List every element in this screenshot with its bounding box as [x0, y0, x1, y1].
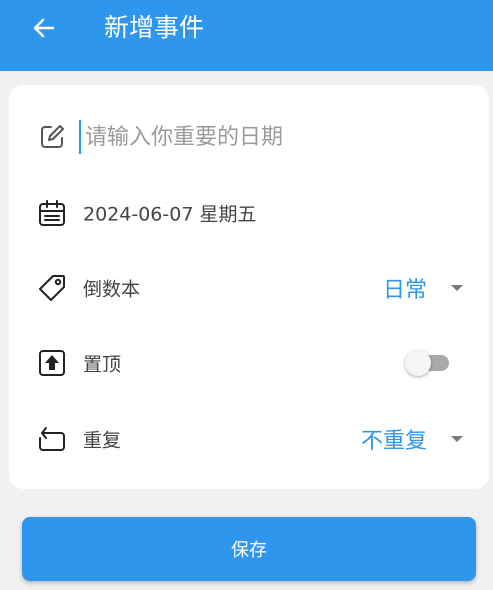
event-form-card: 2024-06-07 星期五 倒数本 日常 置顶 [9, 85, 489, 489]
event-title-input[interactable] [79, 120, 465, 154]
pin-label: 置顶 [83, 353, 122, 376]
event-date: 2024-06-07 星期五 [83, 203, 257, 226]
toggle-knob [405, 350, 431, 376]
pin-top-icon [37, 348, 67, 378]
pin-toggle[interactable] [405, 349, 451, 377]
repeat-icon [37, 424, 67, 454]
edit-icon [37, 122, 67, 152]
calendar-icon [37, 198, 67, 228]
back-button[interactable] [24, 8, 64, 48]
dropdown-arrow-icon [451, 436, 463, 442]
dropdown-arrow-icon [451, 285, 463, 291]
title-row [9, 109, 489, 165]
page-title: 新增事件 [104, 13, 205, 42]
pin-row: 置顶 [9, 335, 489, 391]
save-button[interactable]: 保存 [22, 517, 476, 581]
category-label: 倒数本 [83, 278, 141, 301]
repeat-select[interactable]: 不重复 [361, 423, 463, 455]
tag-icon [37, 273, 67, 303]
category-select[interactable]: 日常 [383, 272, 463, 304]
app-bar: 新增事件 [0, 0, 493, 71]
date-row[interactable]: 2024-06-07 星期五 [9, 185, 489, 241]
repeat-label: 重复 [83, 429, 122, 452]
category-value: 日常 [382, 278, 427, 303]
category-row: 倒数本 日常 [9, 260, 489, 316]
repeat-row: 重复 不重复 [9, 411, 489, 467]
arrow-left-icon [33, 18, 55, 38]
repeat-value: 不重复 [360, 429, 427, 454]
